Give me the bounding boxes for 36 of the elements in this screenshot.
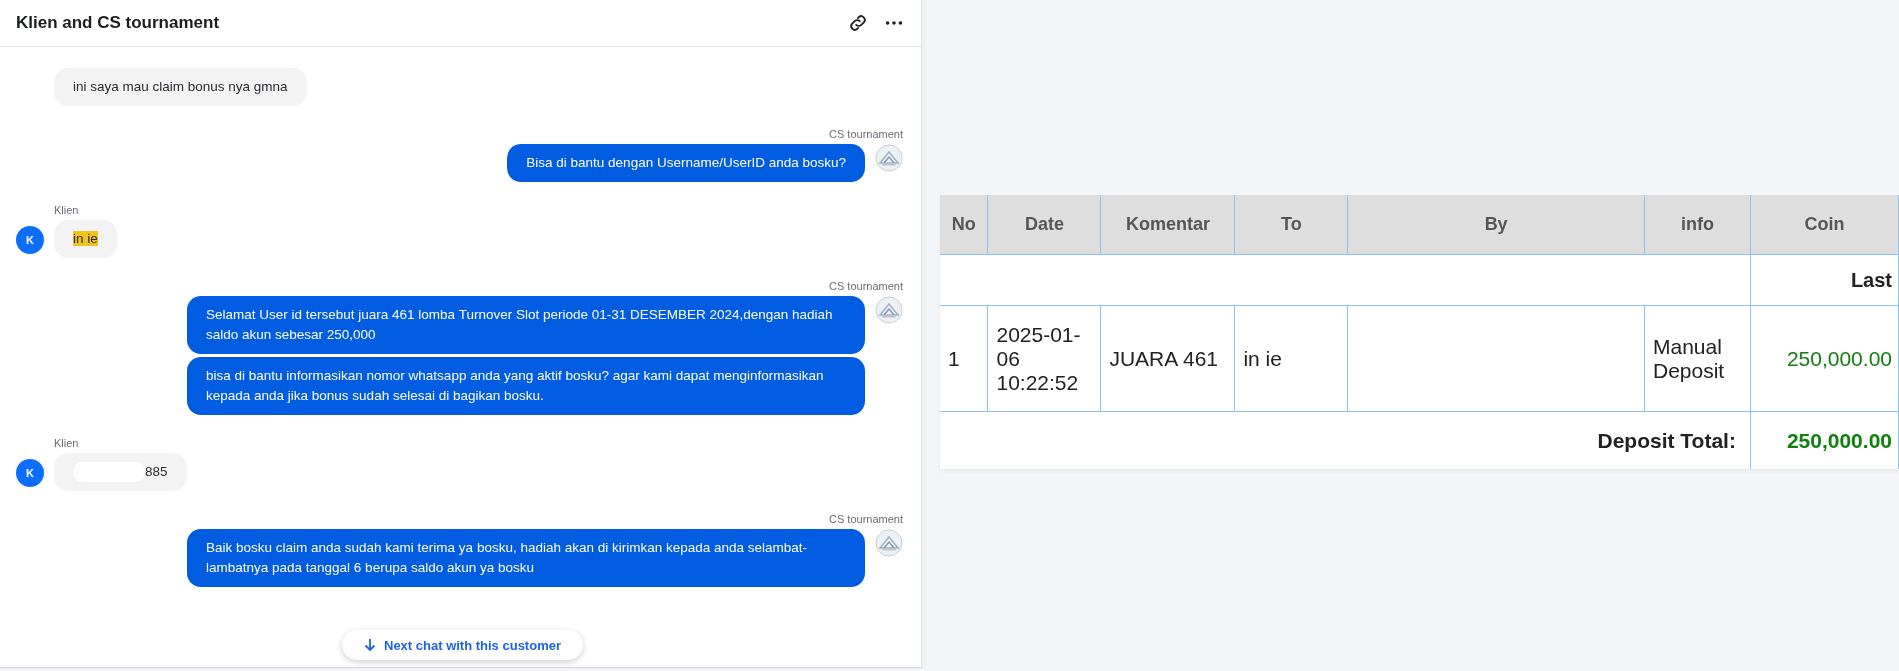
column-header: No bbox=[940, 195, 988, 255]
table-cell: JUARA 461 bbox=[1100, 305, 1235, 412]
table-cell: 2025-01-06 10:22:52 bbox=[987, 305, 1101, 412]
column-header: info bbox=[1644, 195, 1751, 255]
table-cell: 250,000.00 bbox=[1750, 305, 1899, 412]
table-cell: in ie bbox=[1234, 305, 1348, 412]
chat-title: Klien and CS tournament bbox=[16, 13, 221, 33]
message-bubble: bisa di bantu informasikan nomor whatsapp anda yang aktif bosku? agar kami dapat menginformasikan kepada anda jika bonus sudah selesai di bagikan bosku. bbox=[187, 357, 865, 415]
column-header: Date bbox=[987, 195, 1101, 255]
link-icon[interactable] bbox=[847, 12, 869, 34]
sender-name: CS tournament bbox=[829, 280, 903, 292]
column-header: To bbox=[1234, 195, 1348, 255]
avatar-icon bbox=[875, 529, 903, 558]
arrow-down-icon bbox=[364, 638, 376, 652]
column-header: Coin bbox=[1750, 195, 1899, 255]
message-bubble: 885 bbox=[54, 453, 187, 492]
message-bubble: Baik bosku claim anda sudah kami terima ya bosku, hadiah akan di kirimkan kepada anda selambat-lambatnya pada tanggal 6 berupa saldo akun ya bosku bbox=[187, 529, 865, 588]
sender-name: CS tournament bbox=[829, 513, 903, 526]
avatar-icon: K bbox=[16, 226, 44, 254]
sender-name: Klien bbox=[54, 204, 79, 216]
table-cell: Manual Deposit bbox=[1644, 305, 1751, 412]
avatar-icon bbox=[875, 296, 903, 324]
avatar-icon: K bbox=[16, 459, 44, 487]
message-bubble: ini saya mau claim bonus nya gmna bbox=[54, 68, 307, 106]
message-bubble: Selamat User id tersebut juara 461 lomba Turnover Slot periode 01-31 DESEMBER 2024,dengan hadiah saldo akun sebesar 250,000 bbox=[187, 296, 865, 354]
section-label: Last bbox=[1750, 254, 1899, 306]
next-chat-button[interactable]: Next chat with this customer bbox=[342, 630, 583, 660]
avatar-icon bbox=[875, 144, 903, 172]
message-bubble: Bisa di bantu dengan Username/UserID anda bosku? bbox=[507, 144, 865, 182]
table-cell: 1 bbox=[940, 305, 988, 412]
total-label: Deposit Total: bbox=[940, 411, 1751, 469]
column-header: Komentar bbox=[1100, 195, 1235, 255]
sender-name: Klien bbox=[54, 437, 79, 449]
sender-name: CS tournament bbox=[829, 128, 903, 140]
message-bubble: in ie bbox=[54, 220, 117, 258]
column-header: By bbox=[1347, 195, 1645, 255]
